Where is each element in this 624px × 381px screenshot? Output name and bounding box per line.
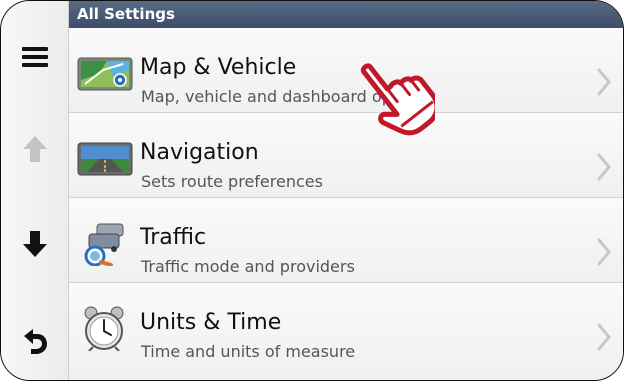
traffic-icon (84, 223, 124, 266)
back-icon (23, 329, 47, 354)
settings-item-subtitle: Sets route preferences (141, 172, 323, 191)
settings-item-subtitle: Time and units of measure (141, 342, 356, 361)
chevron-right-icon (597, 68, 611, 96)
settings-item-units-time[interactable]: Units & Time Time and units of measure (69, 283, 623, 380)
page-title: All Settings (69, 1, 623, 28)
settings-list: Map & Vehicle Map, vehicle and dashboard… (69, 28, 623, 380)
pointing-hand-icon (360, 63, 435, 136)
settings-item-traffic[interactable]: Traffic Traffic mode and providers (69, 198, 623, 283)
chevron-right-icon (597, 323, 611, 351)
settings-item-subtitle: Traffic mode and providers (141, 257, 355, 276)
chevron-right-icon (597, 153, 611, 181)
settings-item-map-vehicle[interactable]: Map & Vehicle Map, vehicle and dashboard… (69, 28, 623, 113)
settings-item-title: Navigation (140, 140, 259, 165)
chevron-right-icon (597, 238, 611, 266)
back-button[interactable] (1, 311, 68, 371)
settings-item-navigation[interactable]: Navigation Sets route preferences (69, 113, 623, 198)
road-icon (77, 142, 133, 176)
scroll-down-button[interactable] (1, 214, 68, 274)
menu-icon (21, 47, 48, 67)
sidebar (1, 1, 69, 380)
arrow-up-icon (22, 136, 47, 162)
menu-button[interactable] (1, 27, 68, 87)
map-icon (77, 57, 133, 91)
scroll-up-button[interactable] (1, 119, 68, 179)
settings-item-title: Units & Time (140, 310, 282, 335)
settings-item-title: Traffic (140, 225, 207, 250)
arrow-down-icon (22, 231, 47, 257)
device-frame: All Settings Map & Vehicle Map, vehicle … (0, 0, 624, 381)
alarm-clock-icon (84, 306, 124, 351)
settings-item-title: Map & Vehicle (140, 55, 297, 80)
